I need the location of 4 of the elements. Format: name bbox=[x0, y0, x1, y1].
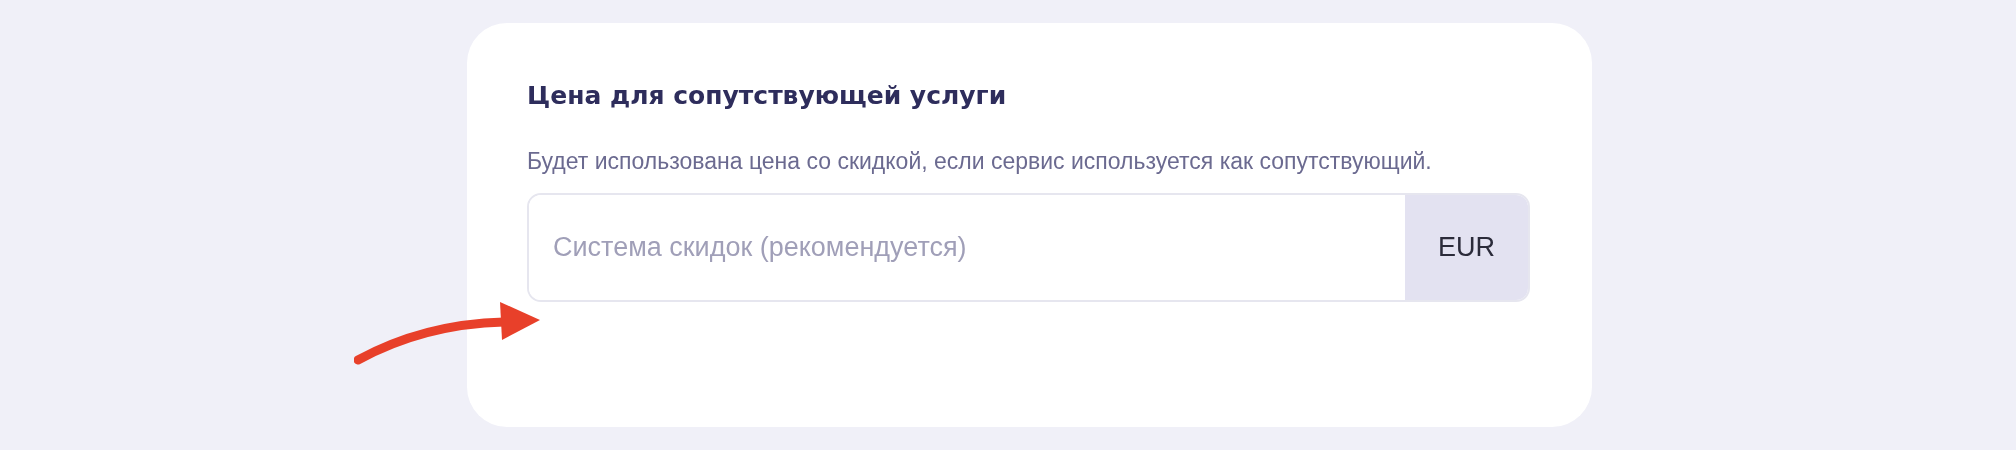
section-title: Цена для сопутствующей услуги bbox=[527, 81, 1008, 110]
price-input-field[interactable]: Система скидок (рекомендуется) EUR bbox=[527, 193, 1530, 302]
description-text: Будет использована цена со скидкой, если сервис используется как сопутствующий. bbox=[527, 147, 1433, 176]
currency-label: EUR bbox=[1405, 195, 1528, 300]
